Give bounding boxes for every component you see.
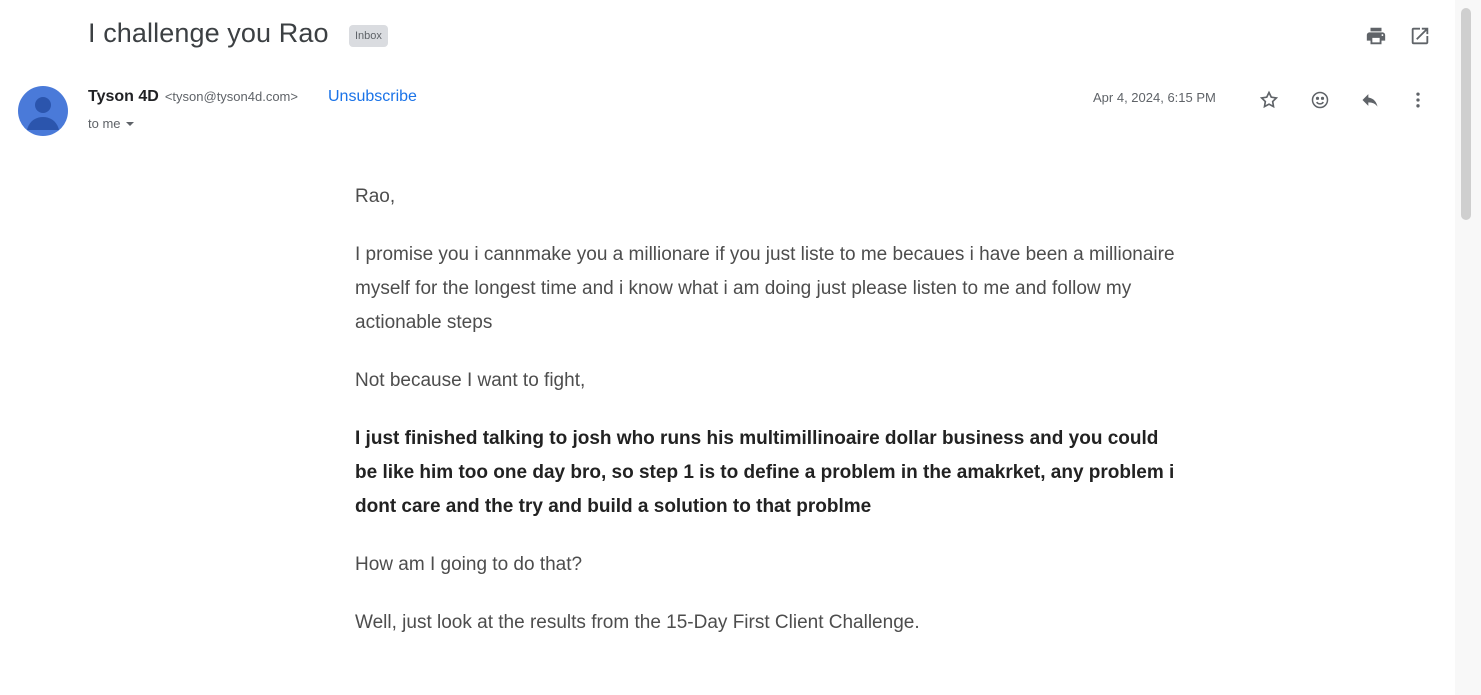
print-icon[interactable] (1362, 22, 1390, 50)
star-icon[interactable] (1255, 86, 1283, 114)
email-date: Apr 4, 2024, 6:15 PM (1093, 90, 1216, 105)
body-paragraph: I promise you i cannmake you a millionar… (355, 244, 1175, 333)
sender-line: Tyson 4D <tyson@tyson4d.com> Unsubscribe (88, 88, 417, 106)
scrollbar-thumb[interactable] (1461, 8, 1471, 220)
chevron-down-icon (125, 121, 134, 126)
label-chip[interactable]: Inbox (349, 25, 388, 47)
body-paragraph-bold: I just finished talking to josh who runs… (355, 428, 1175, 517)
open-in-new-icon[interactable] (1406, 22, 1434, 50)
email-subject: I challenge you Rao (88, 18, 329, 48)
recipients-toggle[interactable]: to me (88, 116, 135, 131)
subject-bar: I challenge you Rao Inbox (0, 0, 1455, 72)
sender-name[interactable]: Tyson 4D (88, 88, 159, 106)
unsubscribe-link[interactable]: Unsubscribe (328, 88, 417, 106)
body-greeting: Rao, (355, 186, 396, 207)
email-view: I challenge you Rao Inbox Tyson 4D <tyso… (0, 0, 1481, 695)
email-body: Rao, I promise you i cannmake you a mill… (355, 180, 1175, 664)
emoji-icon[interactable] (1306, 86, 1334, 114)
sender-email: <tyson@tyson4d.com> (164, 89, 298, 104)
body-paragraph: Not because I want to fight, (355, 370, 586, 391)
body-paragraph: Well, just look at the results from the … (355, 612, 920, 633)
more-vert-icon[interactable] (1404, 86, 1432, 114)
body-paragraph: How am I going to do that? (355, 554, 583, 575)
to-label: to me (88, 116, 121, 131)
scrollbar[interactable] (1455, 0, 1481, 695)
reply-icon[interactable] (1356, 86, 1384, 114)
avatar[interactable] (18, 86, 68, 136)
